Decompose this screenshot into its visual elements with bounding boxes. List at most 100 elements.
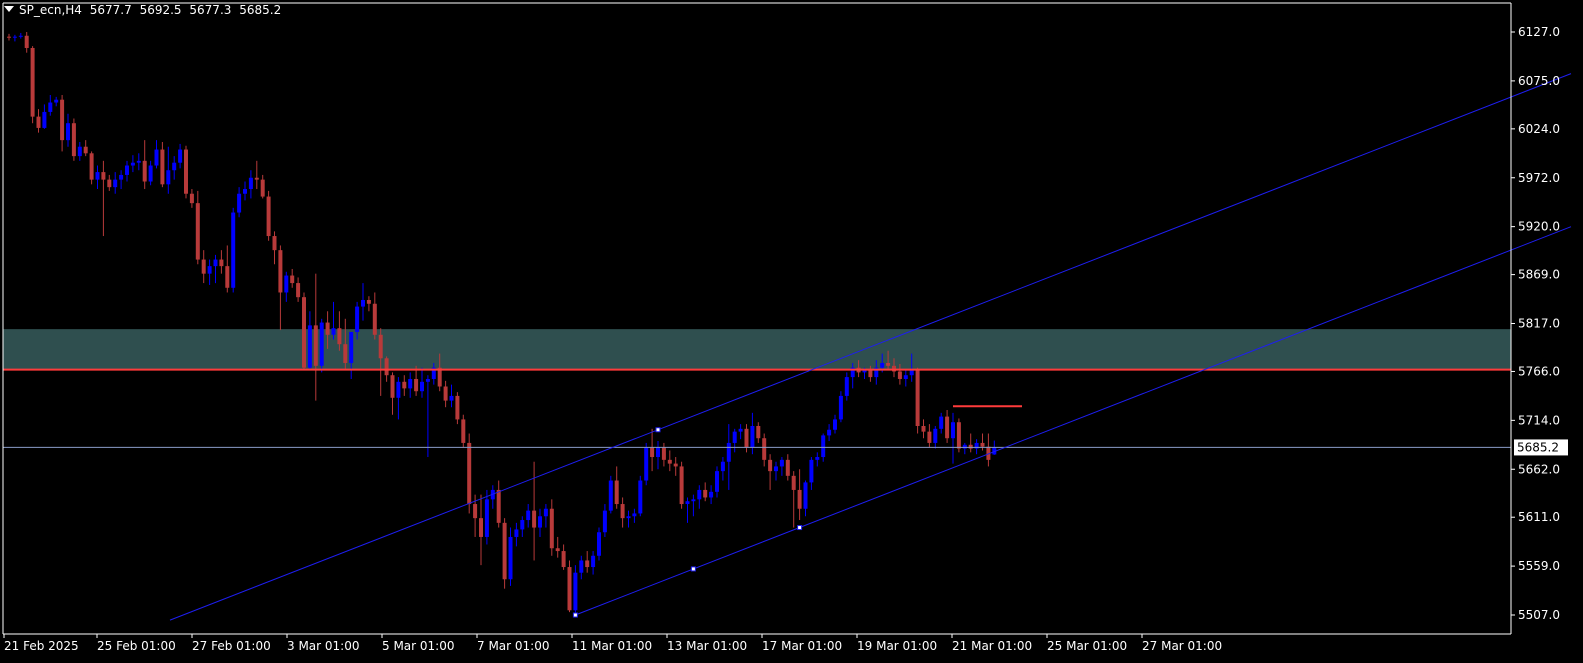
candle-body: [608, 480, 613, 511]
candle-body: [827, 429, 832, 436]
candle-body: [732, 431, 737, 443]
candle-body: [638, 480, 643, 514]
price-tick-label: 5714.0: [1518, 413, 1560, 427]
time-tick-label: 7 Mar 01:00: [477, 639, 550, 653]
candle-body: [48, 102, 53, 112]
candle-body: [815, 457, 820, 460]
candle-body: [343, 344, 348, 363]
candle-body: [538, 516, 542, 528]
candle-body: [968, 444, 973, 449]
candle-body: [361, 299, 365, 307]
time-tick-label: 27 Mar 01:00: [1142, 639, 1222, 653]
candle-body: [77, 146, 82, 157]
candle-body: [838, 395, 843, 420]
candle-body: [313, 325, 318, 366]
candle-body: [620, 504, 625, 519]
time-tick-label: 17 Mar 01:00: [762, 639, 842, 653]
candle-body: [272, 236, 277, 251]
candle-body: [331, 328, 336, 335]
candle-body: [396, 381, 401, 398]
candle-body: [189, 193, 194, 204]
candle-body: [254, 177, 259, 180]
candle-body: [750, 425, 755, 448]
candle-body: [325, 322, 330, 335]
time-tick-label: 3 Mar 01:00: [287, 639, 360, 653]
candle-body: [148, 165, 153, 182]
candle-body: [66, 123, 70, 141]
symbol-label: SP_ecn,H4: [19, 3, 82, 17]
candle-body: [7, 36, 11, 38]
candle-body: [384, 358, 389, 376]
candle-body: [555, 548, 560, 552]
candle-body: [71, 123, 76, 157]
candle-body: [36, 116, 41, 128]
candle-body: [337, 328, 342, 345]
time-tick-label: 25 Feb 01:00: [97, 639, 176, 653]
candle-body: [667, 459, 672, 464]
candle-body: [302, 297, 306, 368]
candle-body: [903, 375, 908, 379]
candle-body: [60, 99, 65, 141]
candle-body: [484, 499, 489, 537]
current-price-label: 5685.2: [1517, 440, 1559, 454]
candle-body: [54, 99, 59, 103]
candle-body: [24, 35, 29, 48]
candle-body: [461, 419, 466, 443]
candle-body: [927, 431, 932, 443]
chart-header: SP_ecn,H4 5677.7 5692.5 5677.3 5685.2: [4, 3, 285, 17]
candle-body: [12, 36, 17, 38]
candle-body: [213, 259, 218, 267]
price-tick-label: 5817.0: [1518, 317, 1560, 331]
candle-body: [514, 529, 519, 537]
time-tick-label: 13 Mar 01:00: [667, 639, 747, 653]
candle-body: [355, 306, 360, 332]
time-tick-label: 11 Mar 01:00: [572, 639, 652, 653]
anchor-marker: [655, 427, 661, 433]
candle-body: [243, 189, 247, 194]
time-tick-label: 5 Mar 01:00: [382, 639, 455, 653]
price-tick-label: 5611.0: [1518, 510, 1560, 524]
candle-body: [207, 266, 212, 274]
low-value: 5677.3: [189, 3, 232, 17]
candle-body: [650, 447, 655, 458]
candle-body: [260, 179, 265, 197]
candle-body: [101, 172, 106, 180]
candle-body: [785, 459, 790, 476]
candle-body: [956, 422, 961, 449]
candle-body: [709, 491, 714, 498]
candle-body: [720, 461, 725, 472]
candle-body: [89, 153, 94, 180]
candle-body: [697, 489, 702, 500]
candle-body: [833, 419, 837, 430]
price-chart[interactable]: 6127.0 6075.0 6024.0 5972.0 5920.0 5869.0 5817…: [0, 0, 1583, 663]
candle-body: [520, 520, 525, 530]
candle-body: [219, 259, 224, 267]
price-tick-label: 5766.0: [1518, 364, 1560, 378]
candle-body: [502, 522, 507, 580]
candle-body: [319, 322, 324, 366]
price-tick-label: 6127.0: [1518, 25, 1560, 39]
high-value: 5692.5: [139, 3, 182, 17]
candle-body: [237, 193, 242, 213]
candle-body: [844, 377, 849, 396]
candle-body: [980, 442, 985, 447]
dropdown-triangle-icon[interactable]: [4, 6, 14, 12]
candle-body: [42, 111, 47, 128]
candle-body: [296, 283, 301, 298]
candle-body: [248, 177, 253, 190]
candle-body: [945, 416, 950, 439]
candle-body: [508, 536, 513, 580]
candle-body: [939, 416, 944, 429]
candle-body: [886, 362, 891, 366]
candle-body: [225, 266, 230, 288]
candle-body: [125, 165, 129, 175]
candle-body: [390, 375, 395, 398]
candle-body: [626, 516, 631, 519]
candle-body: [95, 172, 100, 180]
candle-body: [597, 532, 601, 556]
candle-body: [774, 466, 778, 472]
candle-body: [791, 475, 796, 490]
candle-body: [921, 425, 926, 432]
candle-body: [184, 149, 188, 194]
candle-body: [685, 501, 690, 505]
